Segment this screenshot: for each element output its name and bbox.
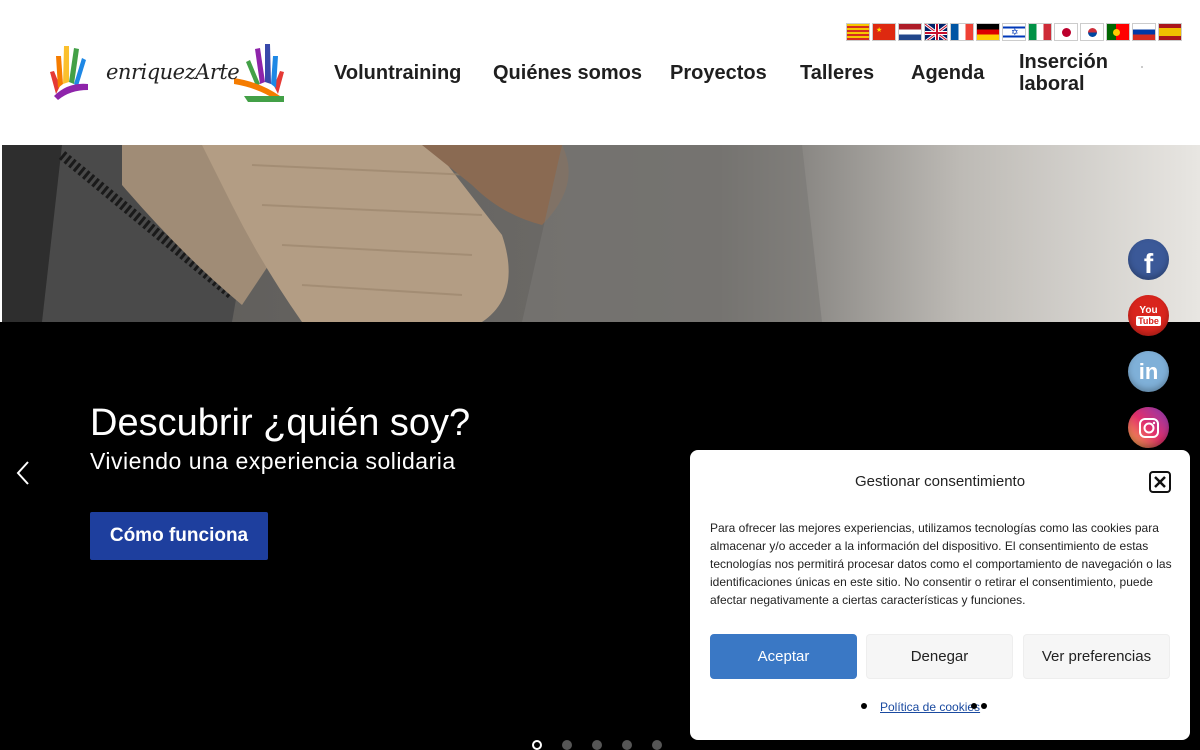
portugal-flag-icon[interactable] [1106, 23, 1130, 41]
nav-proyectos[interactable]: Proyectos [670, 62, 767, 84]
hero-subtitle: Viviendo una experiencia solidaria [90, 448, 456, 474]
nav-talleres[interactable]: Talleres [800, 62, 874, 84]
germany-flag-icon[interactable] [976, 23, 1000, 41]
hero-title: Descubrir ¿quién soy? [90, 402, 471, 444]
nav-voluntraining[interactable]: Voluntraining [334, 62, 461, 84]
nav-insercion-line1: Inserción [1019, 51, 1108, 73]
close-icon[interactable] [1149, 471, 1171, 493]
france-flag-icon[interactable] [950, 23, 974, 41]
modal-message: Para ofrecer las mejores experiencias, u… [710, 521, 1172, 607]
china-flag-icon[interactable]: ★ [872, 23, 896, 41]
site-header: enriquezArte ★ ✡ Voluntraining Quiénes s… [0, 0, 1200, 145]
netherlands-flag-icon[interactable] [898, 23, 922, 41]
link-bullet [861, 703, 867, 709]
youtube-icon[interactable]: You Tube [1128, 295, 1169, 336]
link-bullet [971, 703, 977, 709]
russia-flag-icon[interactable] [1132, 23, 1156, 41]
slider-dot-5[interactable] [652, 740, 662, 750]
nav-separator-dot [1141, 66, 1143, 68]
japan-flag-icon[interactable] [1054, 23, 1078, 41]
nav-insercion-laboral[interactable]: Inserción laboral [1019, 51, 1108, 95]
nav-insercion-line2: laboral [1019, 73, 1085, 95]
instagram-icon[interactable] [1128, 407, 1169, 448]
korea-flag-icon[interactable] [1080, 23, 1104, 41]
nav-quienes-somos[interactable]: Quiénes somos [493, 62, 642, 84]
link-bullet [981, 703, 987, 709]
linkedin-icon[interactable]: in [1128, 351, 1169, 392]
como-funciona-button[interactable]: Cómo funciona [90, 512, 268, 560]
accept-button[interactable]: Aceptar [710, 634, 857, 679]
italy-flag-icon[interactable] [1028, 23, 1052, 41]
preferences-button[interactable]: Ver preferencias [1023, 634, 1170, 679]
nav-agenda[interactable]: Agenda [911, 62, 984, 84]
cookie-consent-modal: Gestionar consentimiento Para ofrecer la… [690, 450, 1190, 740]
language-selector: ★ ✡ [846, 23, 1182, 41]
cookie-policy-link[interactable]: Política de cookies [880, 700, 980, 714]
catalan-flag-icon[interactable] [846, 23, 870, 41]
youtube-label-top: You [1139, 304, 1158, 316]
hero-photo-illustration [2, 145, 1200, 322]
youtube-label-bottom: Tube [1136, 315, 1161, 326]
deny-button[interactable]: Denegar [866, 634, 1013, 679]
slider-pagination [532, 740, 662, 750]
slider-dot-4[interactable] [622, 740, 632, 750]
uk-flag-icon[interactable] [924, 23, 948, 41]
slider-dot-3[interactable] [592, 740, 602, 750]
logo-wordmark: enriquezArte [106, 60, 240, 84]
hero-image [2, 145, 1200, 322]
modal-title: Gestionar consentimiento [854, 473, 1026, 490]
linkedin-label: in [1138, 358, 1159, 384]
facebook-icon[interactable]: f [1128, 239, 1169, 280]
slider-prev-arrow-icon[interactable] [12, 458, 36, 488]
site-logo[interactable]: enriquezArte [48, 38, 286, 104]
slider-dot-1[interactable] [532, 740, 542, 750]
spain-flag-icon[interactable] [1158, 23, 1182, 41]
slider-dot-2[interactable] [562, 740, 572, 750]
israel-flag-icon[interactable]: ✡ [1002, 23, 1026, 41]
